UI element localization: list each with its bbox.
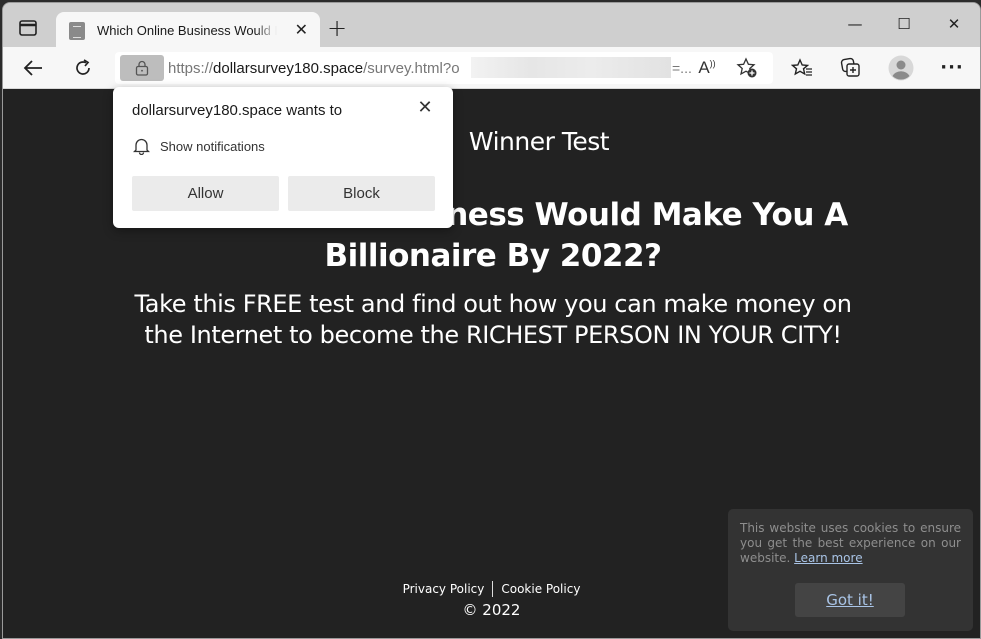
cookie-banner: This website uses cookies to ensure you …: [728, 509, 973, 631]
url-ellipsis: =...: [672, 60, 692, 76]
url-scheme: https://: [168, 60, 214, 77]
learn-more-link[interactable]: Learn more: [794, 551, 862, 565]
collections-icon: [840, 57, 860, 77]
tab-title: Which Online Business Would Make You A B…: [97, 23, 277, 38]
profile-button[interactable]: [887, 55, 915, 81]
read-aloud-icon: A)): [698, 58, 716, 77]
refresh-button[interactable]: [69, 55, 97, 81]
block-button[interactable]: Block: [288, 176, 435, 211]
tab-close-icon[interactable]: ✕: [295, 21, 308, 39]
page-favicon-icon: [69, 21, 85, 40]
minimize-button[interactable]: —: [845, 15, 865, 33]
tab-actions-icon: [19, 20, 37, 36]
notification-permission-prompt: dollarsurvey180.space wants to ✕ Show no…: [113, 87, 453, 228]
tab-actions-button[interactable]: [17, 17, 39, 39]
browser-window: Which Online Business Would Make You A B…: [2, 2, 981, 639]
permission-item: Show notifications: [133, 137, 265, 155]
maximize-button[interactable]: ☐: [894, 15, 914, 33]
cookie-policy-link[interactable]: Cookie Policy: [493, 582, 588, 596]
bell-icon: [133, 138, 150, 155]
privacy-policy-link[interactable]: Privacy Policy: [395, 582, 493, 596]
permission-label: Show notifications: [160, 138, 265, 154]
navigation-toolbar: https://dollarsurvey180.space/survey.htm…: [3, 47, 980, 89]
settings-more-button[interactable]: ···: [938, 55, 966, 81]
permission-close-icon[interactable]: ✕: [415, 97, 435, 118]
new-tab-button[interactable]: +: [327, 16, 347, 40]
site-info-button[interactable]: [120, 55, 164, 81]
collections-button[interactable]: [837, 55, 865, 81]
tab-active[interactable]: Which Online Business Would Make You A B…: [56, 12, 320, 49]
favorites-icon: [791, 58, 812, 76]
url-host: dollarsurvey180.space: [213, 60, 364, 77]
read-aloud-button[interactable]: A)): [695, 56, 719, 80]
allow-button[interactable]: Allow: [132, 176, 279, 211]
url-text[interactable]: https://dollarsurvey180.space/survey.htm…: [168, 60, 460, 77]
cookie-accept-button[interactable]: Got it!: [795, 583, 905, 617]
star-add-icon: [736, 57, 757, 78]
back-button[interactable]: [19, 55, 47, 81]
tab-strip: Which Online Business Would Make You A B…: [3, 3, 980, 49]
lock-icon: [135, 60, 149, 76]
close-window-button[interactable]: ✕: [944, 15, 964, 33]
address-bar[interactable]: https://dollarsurvey180.space/survey.htm…: [115, 52, 773, 84]
favorites-button[interactable]: [788, 55, 816, 81]
more-icon: ···: [940, 57, 964, 78]
page-subheadline: Take this FREE test and find out how you…: [134, 290, 852, 349]
url-path: /survey.html?o: [363, 60, 460, 77]
add-favorite-button[interactable]: [735, 56, 759, 80]
permission-title: dollarsurvey180.space wants to: [132, 102, 343, 119]
url-redacted-region: [471, 57, 671, 78]
avatar-icon: [888, 55, 914, 81]
back-arrow-icon: [23, 60, 42, 76]
refresh-icon: [76, 59, 90, 75]
